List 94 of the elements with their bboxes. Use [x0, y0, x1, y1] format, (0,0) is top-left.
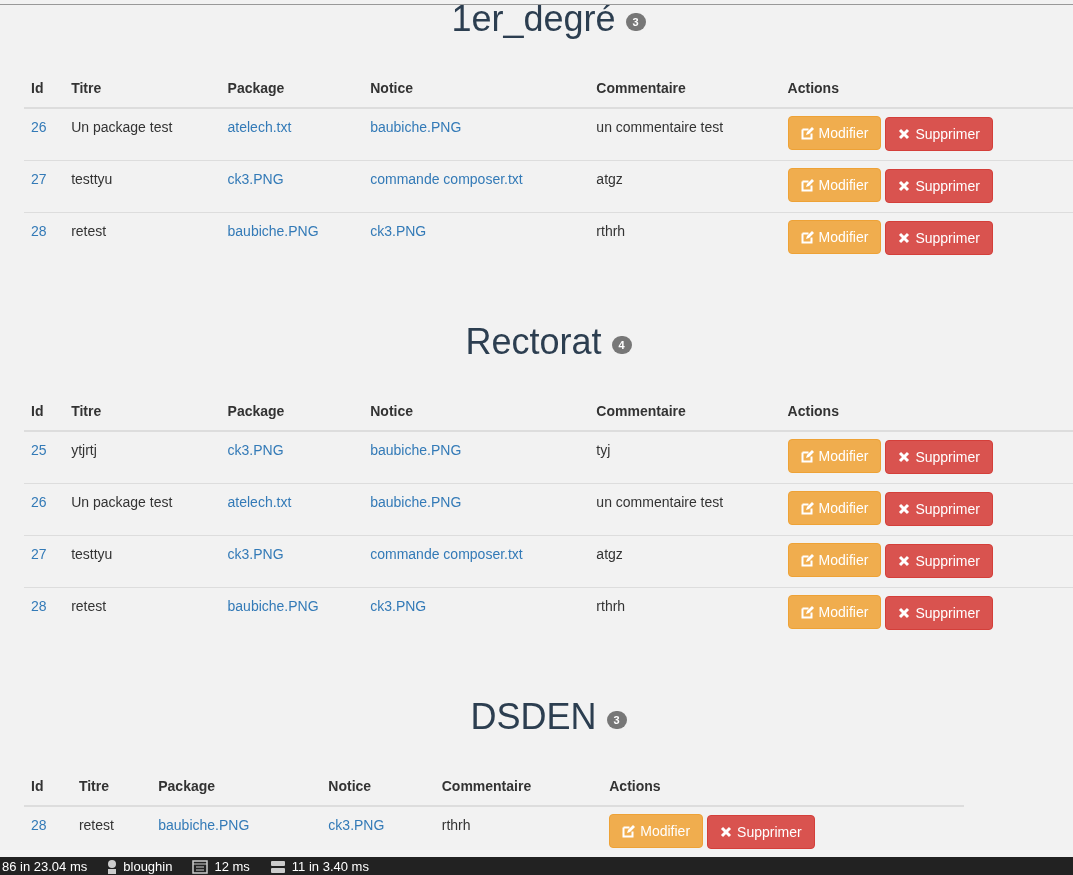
column-header: Id — [31, 80, 44, 96]
column-header: Notice — [370, 80, 413, 96]
package-link[interactable]: atelech.txt — [227, 494, 292, 510]
comment-text: un commentaire test — [596, 119, 724, 135]
title-text: retest — [71, 598, 107, 614]
close-icon — [898, 231, 911, 244]
comment-text: rthrh — [596, 598, 626, 614]
toolbar-stat[interactable]: bloughin — [123, 857, 173, 875]
count-badge: 4 — [611, 336, 632, 354]
toolbar-stat[interactable]: 12 ms — [214, 857, 250, 875]
title-text: retest — [71, 223, 107, 239]
toolbar-stat[interactable]: 86 in 23.04 ms — [2, 857, 88, 875]
close-icon — [898, 502, 911, 515]
package-link[interactable]: atelech.txt — [227, 119, 292, 135]
delete-button[interactable]: Supprimer — [885, 543, 993, 578]
comment-text: tyj — [596, 442, 611, 458]
comment-text: rthrh — [596, 223, 626, 239]
delete-button[interactable]: Supprimer — [885, 439, 993, 474]
column-header: Notice — [370, 403, 413, 419]
edit-icon — [800, 178, 814, 192]
column-header: Id — [31, 778, 44, 794]
column-header: Id — [31, 403, 44, 419]
delete-button[interactable]: Supprimer — [885, 595, 993, 630]
edit-icon — [800, 605, 814, 619]
section-title: Rectorat — [465, 320, 602, 364]
column-header: Commentaire — [441, 778, 532, 794]
comment-text: atgz — [596, 171, 623, 187]
package-link[interactable]: ck3.PNG — [227, 442, 284, 458]
title-text: testtyu — [71, 546, 113, 562]
id-link[interactable]: 26 — [31, 494, 47, 510]
notice-link[interactable]: baubiche.PNG — [370, 494, 462, 510]
edit-icon — [622, 824, 636, 838]
id-link[interactable]: 27 — [31, 546, 47, 562]
notice-link[interactable]: ck3.PNG — [328, 817, 385, 833]
id-link[interactable]: 27 — [31, 171, 47, 187]
title-text: ytjrtj — [71, 442, 97, 458]
column-header: Titre — [71, 80, 102, 96]
column-header: Actions — [787, 80, 839, 96]
count-badge: 3 — [625, 13, 646, 31]
edit-icon — [800, 553, 814, 567]
column-header: Package — [227, 403, 285, 419]
comment-text: un commentaire test — [596, 494, 724, 510]
package-link[interactable]: ck3.PNG — [227, 171, 284, 187]
edit-icon — [800, 230, 814, 244]
close-icon — [898, 179, 911, 192]
id-link[interactable]: 28 — [31, 817, 47, 833]
count-badge: 3 — [606, 711, 627, 729]
column-header: Commentaire — [596, 403, 686, 419]
notice-link[interactable]: ck3.PNG — [370, 223, 427, 239]
delete-button[interactable]: Supprimer — [707, 814, 815, 849]
notice-link[interactable]: baubiche.PNG — [370, 119, 462, 135]
notice-link[interactable]: ck3.PNG — [370, 598, 427, 614]
package-link[interactable]: baubiche.PNG — [158, 817, 250, 833]
column-header: Titre — [78, 778, 109, 794]
close-icon — [898, 127, 911, 140]
section-title: DSDEN — [470, 695, 597, 739]
toolbar-stat[interactable]: 11 in 3.40 ms — [291, 857, 369, 875]
close-icon — [720, 825, 733, 838]
package-link[interactable]: baubiche.PNG — [227, 223, 319, 239]
id-link[interactable]: 26 — [31, 119, 47, 135]
person-icon — [107, 860, 118, 874]
delete-button[interactable]: Supprimer — [885, 491, 993, 526]
close-icon — [898, 606, 911, 619]
delete-button[interactable]: Supprimer — [885, 220, 993, 255]
window-icon — [192, 860, 209, 874]
column-header: Titre — [71, 403, 102, 419]
package-link[interactable]: baubiche.PNG — [227, 598, 319, 614]
server-icon — [269, 860, 286, 874]
notice-link[interactable]: commande composer.txt — [370, 171, 523, 187]
comment-text: atgz — [596, 546, 623, 562]
title-text: testtyu — [71, 171, 113, 187]
delete-button[interactable]: Supprimer — [885, 116, 993, 151]
id-link[interactable]: 25 — [31, 442, 47, 458]
close-icon — [898, 554, 911, 567]
column-header: Package — [158, 778, 216, 794]
edit-icon — [800, 126, 814, 140]
edit-icon — [800, 501, 814, 515]
title-text: Un package test — [71, 494, 173, 510]
close-icon — [898, 450, 911, 463]
delete-button[interactable]: Supprimer — [885, 168, 993, 203]
column-header: Actions — [787, 403, 839, 419]
edit-icon — [800, 449, 814, 463]
notice-link[interactable]: commande composer.txt — [370, 546, 523, 562]
title-text: retest — [78, 817, 114, 833]
notice-link[interactable]: baubiche.PNG — [370, 442, 462, 458]
package-link[interactable]: ck3.PNG — [227, 546, 284, 562]
comment-text: rthrh — [441, 817, 471, 833]
column-header: Package — [227, 80, 285, 96]
column-header: Actions — [609, 778, 661, 794]
column-header: Commentaire — [596, 80, 686, 96]
column-header: Notice — [328, 778, 372, 794]
id-link[interactable]: 28 — [31, 598, 47, 614]
title-text: Un package test — [71, 119, 173, 135]
id-link[interactable]: 28 — [31, 223, 47, 239]
